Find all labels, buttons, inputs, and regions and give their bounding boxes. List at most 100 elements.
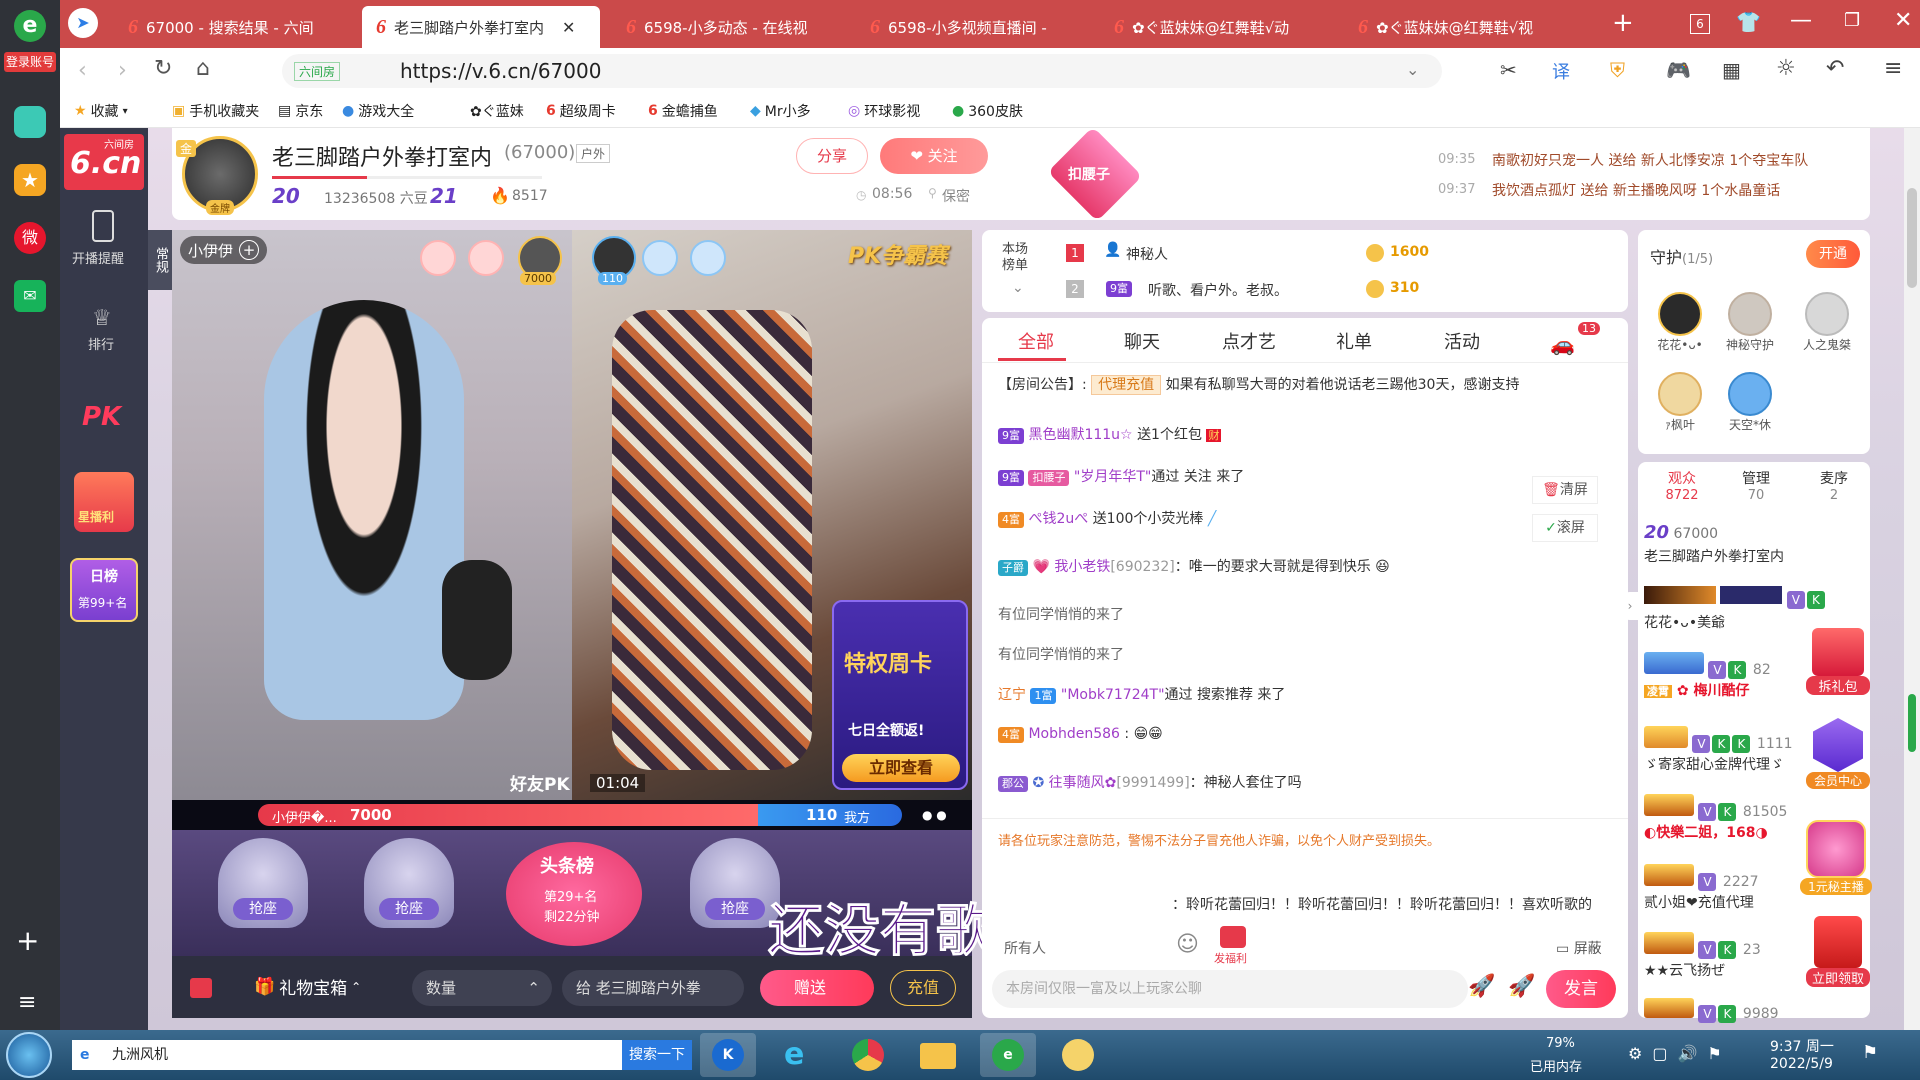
give-button[interactable]: 赠送 [760, 970, 874, 1006]
new-tab-button[interactable]: + [1612, 8, 1634, 38]
bookmark-item[interactable]: ▤ 京东 [278, 101, 323, 121]
user-name[interactable]: 往事随风✿ [1049, 775, 1117, 791]
clock-date[interactable]: 2022/5/9 [1770, 1056, 1833, 1072]
start-button[interactable] [6, 1032, 52, 1078]
tab-gifts[interactable]: 礼单 [1336, 328, 1372, 354]
send-button[interactable]: 发言 [1546, 970, 1616, 1008]
mic-queue-tab[interactable]: 麦序 2 [1812, 468, 1856, 503]
nav-item-rank[interactable]: 排行 [88, 334, 114, 353]
taskbar-app[interactable]: e [770, 1033, 826, 1077]
follow-button[interactable]: ❤ 关注 [880, 138, 988, 174]
brightness-icon[interactable]: ☼ [1776, 56, 1796, 81]
tray-icons[interactable]: ⚙▢🔊⚑ [1628, 1044, 1732, 1063]
promo-card[interactable]: 特权周卡 七日全额返! 立即查看 [832, 600, 968, 790]
user-name[interactable]: ぺ钱2uぺ [1028, 511, 1088, 527]
car-icon[interactable]: 🚗 [1550, 332, 1575, 356]
seat-label[interactable]: 抢座 [379, 898, 439, 920]
tab-count[interactable]: 6 [1690, 14, 1710, 34]
nav-item-live-reminder[interactable]: 开播提醒 [72, 248, 124, 267]
audience-row[interactable]: 20 67000 [1644, 522, 1718, 543]
tab-dynamic[interactable]: 6 6598-小多动态 - 在线视 [612, 6, 848, 48]
bookmark-item[interactable]: 6 超级周卡 [546, 101, 616, 121]
add-icon[interactable]: + [16, 924, 39, 957]
guard-member[interactable]: 人之鬼桀 [1794, 292, 1860, 353]
weibo-icon[interactable]: 微 [14, 222, 46, 254]
guard-member[interactable]: 花花•ᴗ• [1652, 292, 1708, 353]
seat-label[interactable]: 抢座 [233, 898, 293, 920]
bookmark-favorites[interactable]: ★ 收藏 ▾ [74, 101, 128, 121]
translate-button[interactable]: 译 [1552, 58, 1570, 84]
user-name[interactable]: 我小老铁 [1054, 559, 1110, 575]
browser-logo-icon[interactable]: e [14, 10, 46, 42]
user-name[interactable]: Mobhden586 [1028, 726, 1120, 742]
welfare-button[interactable]: 发福利 [1214, 926, 1254, 966]
scrollbar-thumb[interactable] [1907, 188, 1917, 288]
audience-row[interactable]: VK 23 [1644, 932, 1761, 959]
ranking-label[interactable]: 本场榜单 [1002, 242, 1034, 274]
expand-icon[interactable]: › [1622, 592, 1638, 620]
menu-icon[interactable]: ≡ [18, 990, 36, 1015]
anchor-name-pill[interactable]: 小伊伊 + [180, 236, 268, 264]
close-window-icon[interactable]: ✕ [1894, 8, 1912, 33]
game-icon[interactable]: 🎮 [1666, 58, 1691, 82]
add-icon[interactable]: + [239, 240, 260, 260]
category-tag[interactable]: 户外 [576, 144, 611, 163]
address-bar[interactable]: 六间房 https://v.6.cn/67000 ⌄ [282, 54, 1442, 88]
bookmark-item[interactable]: ● 360皮肤 [952, 101, 1023, 121]
audience-row[interactable]: VKK 1111 [1644, 726, 1793, 753]
video-side-tab[interactable]: 常规 [148, 230, 172, 290]
clear-button[interactable]: 🗑清屏 [1532, 476, 1598, 504]
tab-all[interactable]: 全部 [1018, 328, 1054, 354]
clock-time[interactable]: 9:37 周一 [1770, 1036, 1834, 1056]
bookmark-item[interactable]: ▣ 手机收藏夹 [172, 101, 259, 121]
seat-label[interactable]: 抢座 [705, 898, 765, 920]
bookmark-item[interactable]: ✿ぐ蓝妹 [470, 101, 524, 121]
audience-row[interactable]: V 2227 [1644, 864, 1759, 891]
home-icon[interactable]: ⌂ [196, 56, 210, 81]
user-name[interactable]: "岁月年华T" [1074, 469, 1151, 485]
bookmark-item[interactable]: ◆ Mr小多 [750, 101, 811, 121]
taskbar-app[interactable] [910, 1033, 966, 1077]
audience-row[interactable]: VK 9989 [1644, 998, 1779, 1023]
recharge-button[interactable]: 充值 [890, 970, 956, 1006]
back-icon[interactable]: ‹ [78, 58, 87, 83]
login-label[interactable]: 登录账号 [4, 52, 56, 72]
seat-icon[interactable] [468, 240, 504, 276]
promo-button[interactable]: 立即查看 [842, 754, 960, 782]
quantity-input[interactable]: 数量 ⌃ [412, 970, 552, 1006]
close-icon[interactable]: ✕ [562, 18, 575, 37]
url-text[interactable]: https://v.6.cn/67000 [400, 59, 601, 83]
to-select[interactable]: 所有人 [1004, 938, 1046, 958]
guard-member[interactable]: 神秘守护 [1722, 292, 1778, 353]
restore-icon[interactable]: ❐ [1844, 10, 1860, 31]
rocket-icon[interactable]: 🚀 [1508, 974, 1535, 999]
video-player[interactable]: 小伊伊 + 7000 110 PK争霸赛 好友PK 01:04 特权周卡 七日全… [172, 230, 972, 800]
tab-room[interactable]: 6 老三脚踏户外拳打室内 ✕ [362, 6, 600, 48]
taskbar-app[interactable]: K [700, 1033, 756, 1077]
shield-icon[interactable]: ⛨ [1610, 58, 1625, 82]
admin-tab[interactable]: 管理 70 [1734, 468, 1778, 503]
share-button[interactable]: 分享 [796, 138, 868, 174]
user-name[interactable]: "Mobk71724T" [1061, 687, 1165, 703]
daily-rank-badge[interactable]: 日榜 第99+名 [70, 558, 138, 622]
chevron-down-icon[interactable]: ⌄ [1012, 280, 1024, 296]
recipient-select[interactable]: 给 老三脚踏户外拳 [562, 970, 744, 1006]
claim-float[interactable]: 立即领取 [1806, 916, 1870, 988]
audience-row[interactable]: VK [1644, 586, 1827, 609]
page-scrollbar[interactable] [1904, 128, 1920, 1030]
forward-icon[interactable]: › [118, 58, 127, 83]
tab-blue-1[interactable]: 6 ✿ぐ蓝妹妹@红舞鞋√动 [1100, 6, 1336, 48]
seat[interactable]: 抢座 [208, 838, 318, 948]
scroll-button[interactable]: ✓滚屏 [1532, 514, 1598, 542]
taskbar-app[interactable]: e [980, 1033, 1036, 1077]
guard-member[interactable]: ｧ枫叶 [1652, 372, 1708, 433]
refresh-icon[interactable]: ↻ [154, 56, 172, 81]
headline-badge[interactable]: 头条榜 第29+名 剩22分钟 [506, 842, 642, 946]
menu-icon[interactable]: ≡ [1884, 56, 1902, 81]
pk-icon[interactable]: PK [82, 402, 121, 432]
bookmark-item[interactable]: ● 游戏大全 [342, 101, 414, 121]
seat-icon[interactable] [642, 240, 678, 276]
bookmark-item[interactable]: 6 金蟾捕鱼 [648, 101, 718, 121]
undo-icon[interactable]: ↶ [1826, 56, 1844, 81]
bookmark-item[interactable]: ◎ 环球影视 [848, 101, 920, 121]
